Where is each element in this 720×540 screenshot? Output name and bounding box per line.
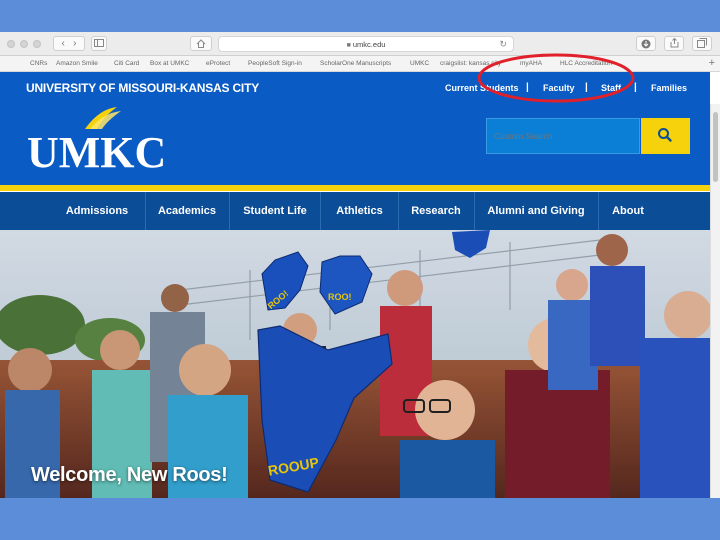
- reload-icon[interactable]: ↻: [499, 37, 507, 52]
- home-button[interactable]: [190, 36, 212, 51]
- downloads-button[interactable]: [636, 36, 656, 51]
- bookmark-item[interactable]: eProtect: [206, 60, 230, 67]
- share-button[interactable]: [664, 36, 684, 51]
- bookmark-item[interactable]: ScholarOne Manuscripts: [320, 60, 391, 67]
- header-gold-stripe: [0, 185, 710, 191]
- nav-item-admissions[interactable]: Admissions: [56, 192, 138, 230]
- maximize-window-icon[interactable]: [33, 40, 41, 48]
- scrollbar-thumb[interactable]: [713, 112, 718, 182]
- search-button[interactable]: [641, 118, 690, 154]
- hero-banner[interactable]: ROO! ROO! ROOUP Welcome, New Roos!: [0, 230, 710, 498]
- minimize-window-icon[interactable]: [20, 40, 28, 48]
- sidebar-icon: [94, 39, 104, 47]
- bookmark-item[interactable]: UMKC: [410, 60, 429, 67]
- umkc-logo[interactable]: UMKC: [27, 107, 167, 169]
- nav-item-alumni-and-giving[interactable]: Alumni and Giving: [475, 192, 597, 230]
- tabs-icon: [697, 38, 707, 48]
- hero-title[interactable]: Welcome, New Roos!: [31, 464, 228, 487]
- bookmark-item[interactable]: PeopleSoft Sign-in: [248, 60, 302, 67]
- nav-item-student-life[interactable]: Student Life: [230, 192, 320, 230]
- nav-item-athletics[interactable]: Athletics: [321, 192, 398, 230]
- annotation-highlight-ellipse: [477, 53, 635, 103]
- bookmark-item[interactable]: Box at UMKC: [150, 60, 189, 67]
- bookmark-item[interactable]: Amazon Smile: [56, 60, 98, 67]
- download-icon: [641, 39, 651, 49]
- tabs-button[interactable]: [692, 36, 712, 51]
- bookmark-item[interactable]: CNRs: [30, 60, 47, 67]
- url-text: umkc.edu: [352, 40, 386, 49]
- sidebar-toggle-button[interactable]: [91, 36, 107, 51]
- lock-icon: ■: [346, 42, 351, 49]
- primary-nav: Admissions Academics Student Life Athlet…: [0, 192, 710, 230]
- page-scrollbar[interactable]: [710, 104, 720, 498]
- close-window-icon[interactable]: [7, 40, 15, 48]
- back-icon[interactable]: ‹: [61, 38, 64, 49]
- logo-wordmark: UMKC: [27, 128, 166, 169]
- toplink-families[interactable]: Families: [651, 83, 687, 93]
- search-input[interactable]: [486, 118, 640, 154]
- nav-item-research[interactable]: Research: [399, 192, 473, 230]
- search-icon: [658, 128, 672, 142]
- bookmark-item[interactable]: Citi Card: [114, 60, 139, 67]
- back-forward-buttons[interactable]: ‹ ›: [53, 36, 85, 51]
- address-bar[interactable]: ■ umkc.edu ↻: [218, 36, 514, 52]
- share-icon: [670, 37, 678, 48]
- hero-photo-crowd: ROO! ROO! ROOUP: [0, 230, 710, 498]
- nav-item-about[interactable]: About: [599, 192, 657, 230]
- university-name[interactable]: UNIVERSITY OF MISSOURI-KANSAS CITY: [26, 81, 259, 95]
- home-icon: [196, 39, 206, 48]
- add-bookmark-icon[interactable]: +: [709, 57, 715, 69]
- forward-icon[interactable]: ›: [73, 38, 76, 49]
- nav-item-academics[interactable]: Academics: [146, 192, 228, 230]
